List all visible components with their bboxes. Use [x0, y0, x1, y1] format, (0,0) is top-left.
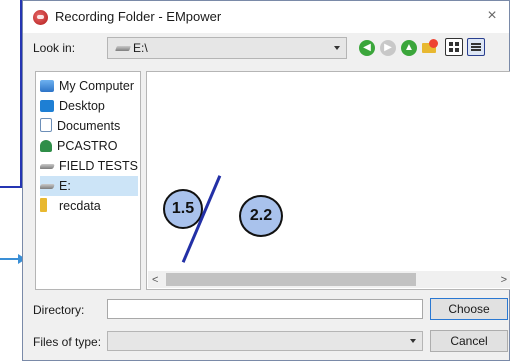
up-arrow-icon: ▲ — [404, 42, 414, 53]
file-list[interactable]: < > — [146, 71, 510, 290]
scroll-left-icon[interactable]: < — [152, 274, 158, 286]
look-in-label: Look in: — [33, 41, 76, 55]
files-of-type-label: Files of type: — [33, 335, 102, 349]
look-in-dropdown[interactable]: E:\ — [107, 37, 347, 59]
chevron-down-icon — [410, 339, 416, 343]
choose-button[interactable]: Choose — [430, 298, 508, 320]
new-star-icon — [429, 39, 438, 48]
sidebar-item-e-drive[interactable]: E: — [40, 176, 138, 196]
details-icon — [471, 42, 481, 52]
close-button[interactable]: × — [481, 5, 503, 27]
folder-icon — [40, 198, 47, 212]
sidebar-item-documents[interactable]: Documents — [40, 116, 138, 136]
sidebar-item-recdata[interactable]: recdata — [40, 196, 138, 216]
chevron-down-icon — [334, 46, 340, 50]
drive-icon — [115, 46, 131, 52]
computer-icon — [40, 80, 54, 92]
list-view-button[interactable] — [445, 38, 463, 56]
annotation-line-bottom — [0, 186, 22, 188]
documents-icon — [40, 118, 52, 132]
back-button[interactable]: ◀ — [359, 40, 375, 56]
cancel-button[interactable]: Cancel — [430, 330, 508, 352]
details-view-button[interactable] — [467, 38, 485, 56]
scrollbar-thumb[interactable] — [166, 273, 416, 286]
desktop-icon — [40, 100, 54, 112]
scroll-right-icon[interactable]: > — [501, 274, 507, 286]
forward-arrow-icon: ▶ — [384, 42, 392, 53]
new-folder-button[interactable] — [422, 39, 438, 55]
horizontal-scrollbar[interactable]: < > — [148, 271, 510, 288]
directory-label: Directory: — [33, 303, 85, 317]
sidebar-item-pcastro[interactable]: PCASTRO — [40, 136, 138, 156]
directory-input[interactable] — [107, 299, 423, 319]
sidebar-item-desktop[interactable]: Desktop — [40, 96, 138, 116]
forward-button[interactable]: ▶ — [380, 40, 396, 56]
annotation-badge-2-2: 2.2 — [239, 195, 283, 237]
files-of-type-dropdown[interactable] — [107, 331, 423, 351]
back-arrow-icon: ◀ — [363, 42, 371, 53]
sidebar-item-field-tests[interactable]: FIELD TESTS... — [40, 156, 138, 176]
user-icon — [40, 140, 52, 152]
places-sidebar: My Computer Desktop Documents PCASTRO FI… — [35, 71, 141, 290]
grid-icon — [449, 42, 459, 52]
title-bar: Recording Folder - EMpower × — [23, 1, 509, 33]
annotation-arrow — [0, 258, 20, 260]
up-folder-button[interactable]: ▲ — [401, 40, 417, 56]
window-title: Recording Folder - EMpower — [55, 9, 222, 24]
look-in-value: E:\ — [133, 41, 148, 55]
drive-icon — [40, 164, 55, 169]
sidebar-item-my-computer[interactable]: My Computer — [40, 76, 138, 96]
app-icon — [33, 10, 48, 25]
drive-icon — [40, 184, 55, 189]
recording-folder-dialog: Recording Folder - EMpower × Look in: E:… — [22, 0, 510, 361]
